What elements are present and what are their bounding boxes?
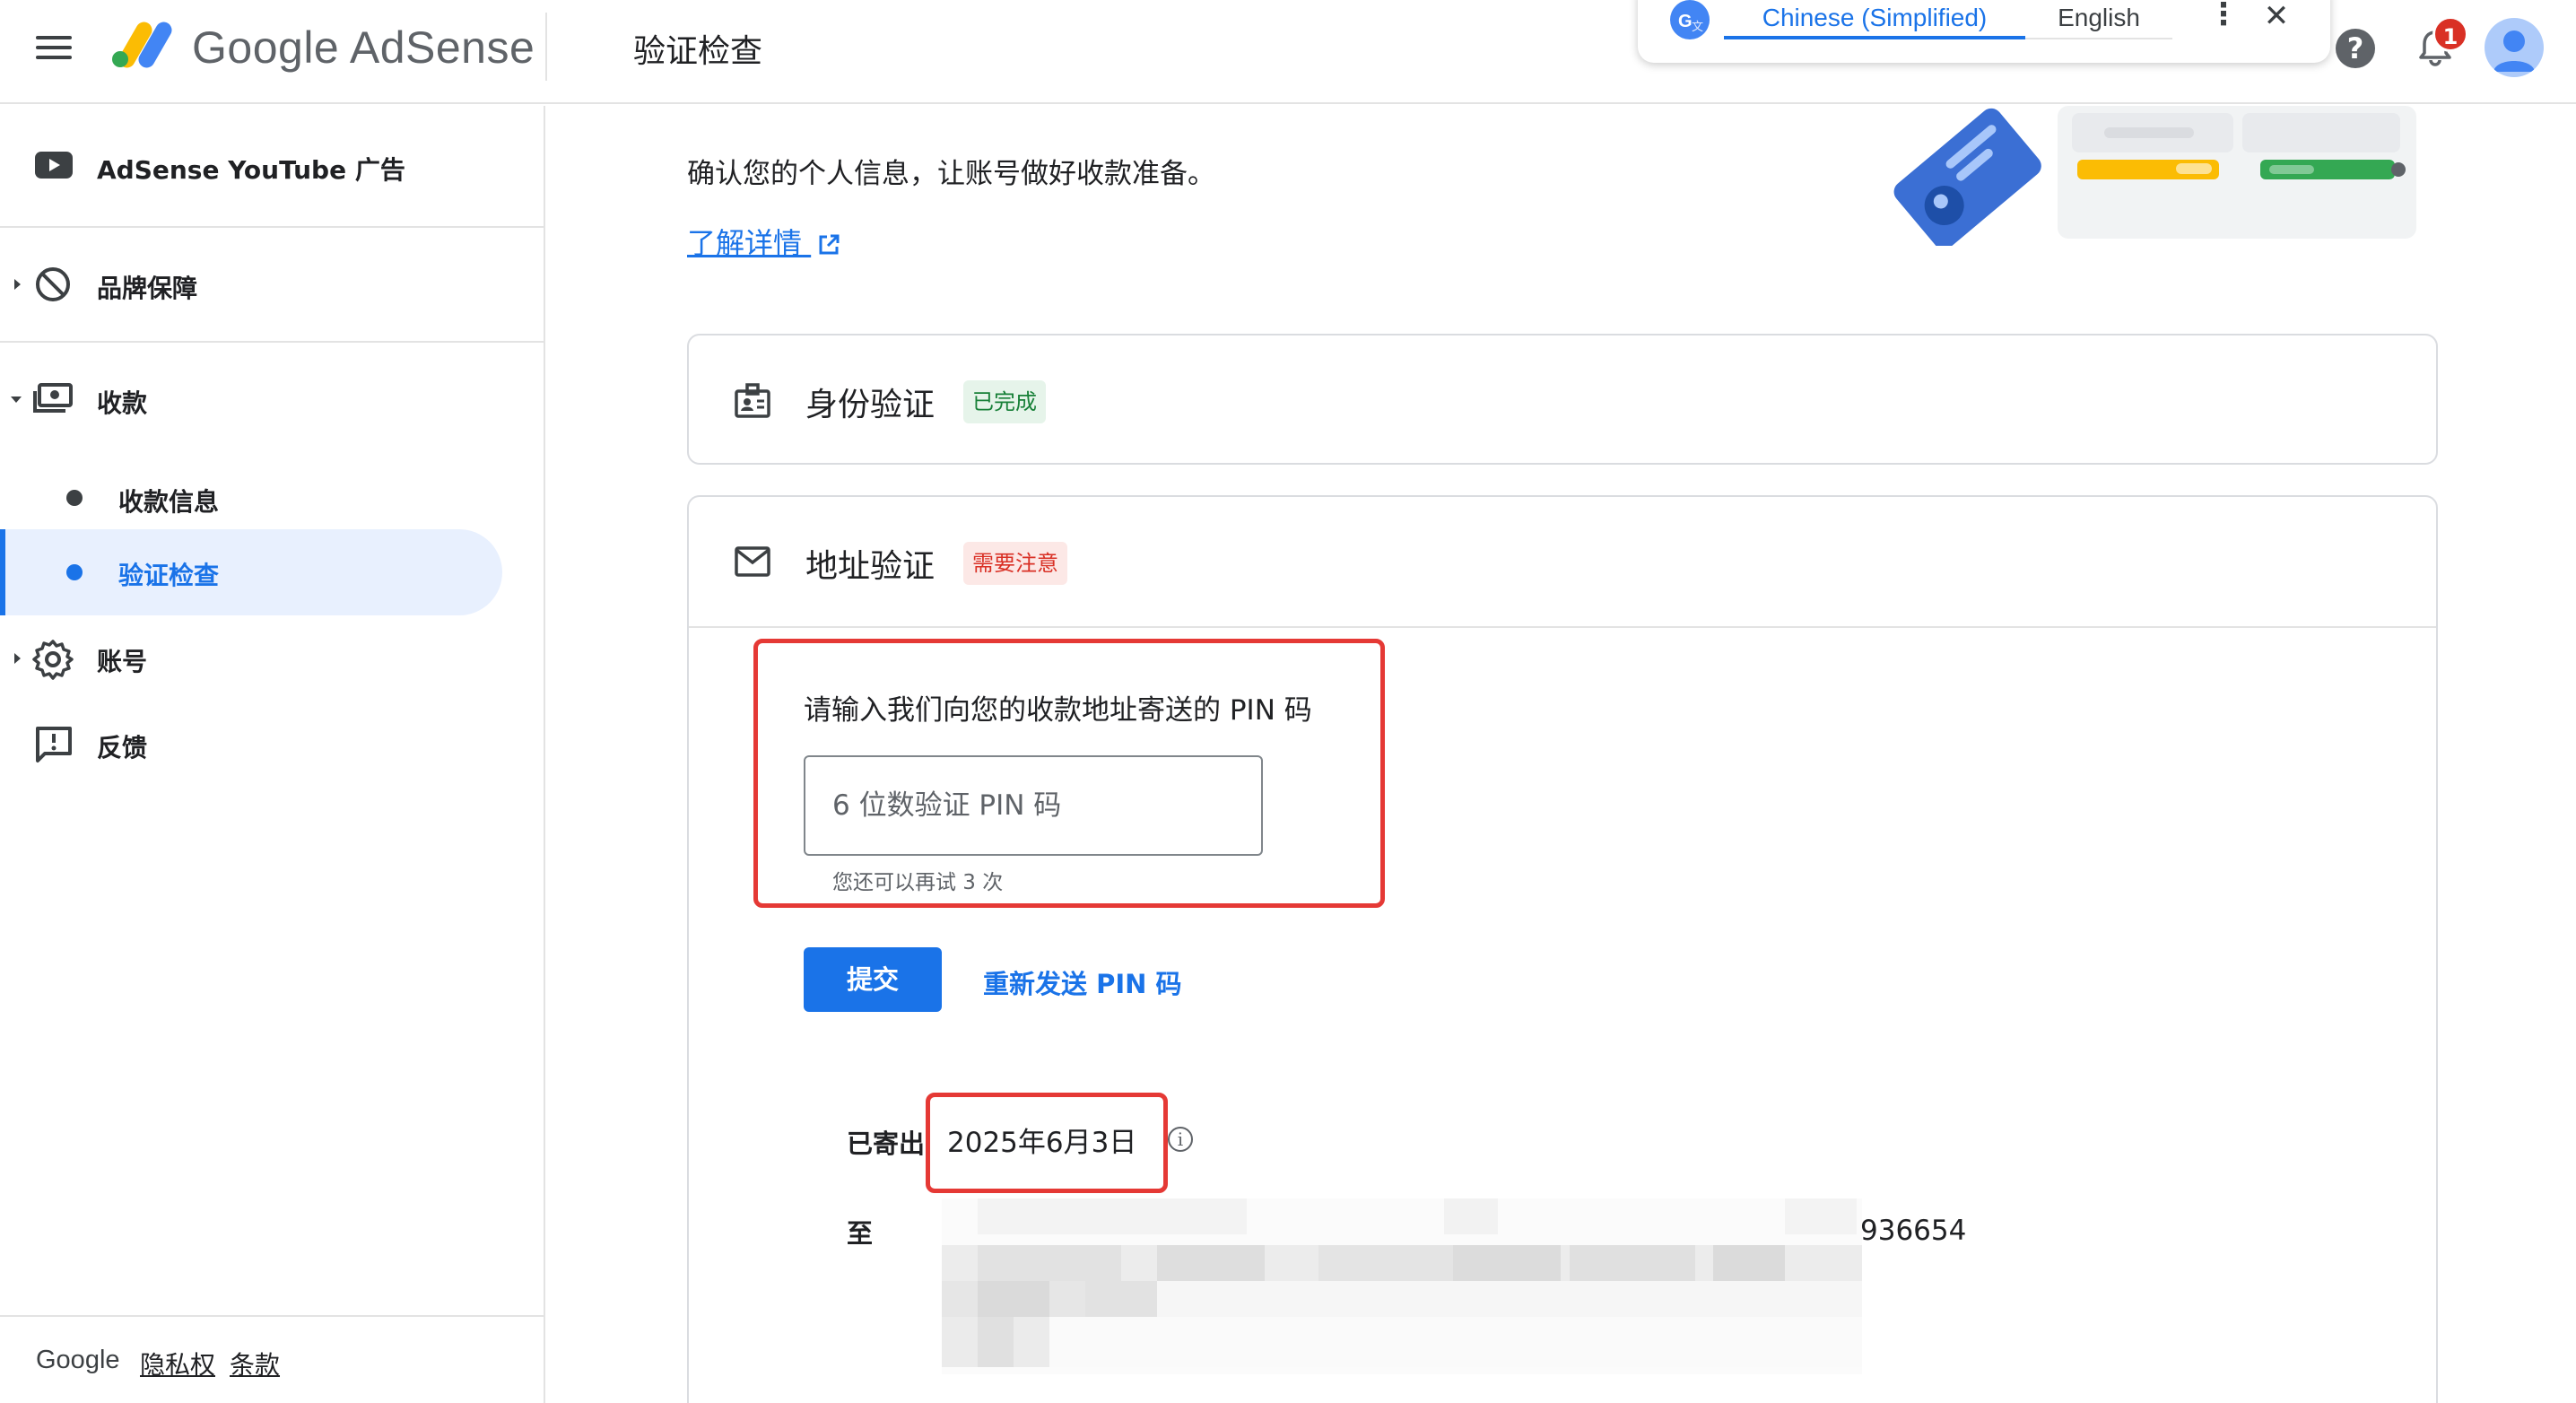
collapse-caret-icon [11,396,22,403]
privacy-link[interactable]: 隐私权 [140,1346,215,1381]
payments-icon [33,383,73,413]
terms-link[interactable]: 条款 [230,1346,280,1381]
sidebar-item-feedback[interactable]: 反馈 [0,702,544,788]
pin-prompt-text: 请输入我们向您的收款地址寄送的 PIN 码 [804,694,1312,727]
intro-description: 确认您的个人信息，让账号做好收款准备。 [687,158,1215,190]
feedback-icon [36,727,72,762]
bullet-icon [66,490,83,506]
status-badge-attention: 需要注意 [963,542,1067,585]
sidebar-item-payments-info[interactable]: 收款信息 [0,459,544,536]
verification-illustration [1893,106,2416,246]
sidebar-item-label: 账号 [97,647,148,676]
bullet-icon [66,564,83,580]
to-label: 至 [847,1218,874,1249]
adsense-logo-icon [112,22,172,68]
settings-gear-icon [32,640,74,680]
block-icon [36,267,70,301]
active-indicator [0,529,5,615]
identity-verification-card: 身份验证 已完成 [687,334,2438,465]
learn-more-link[interactable]: 了解详情 [687,221,841,262]
card-divider [689,626,2436,628]
info-icon[interactable]: i [1168,1127,1193,1152]
close-icon[interactable]: ✕ [2260,0,2293,36]
account-avatar[interactable] [2485,18,2544,77]
sidebar-item-label: 品牌保障 [97,274,198,303]
open-in-new-icon [819,234,840,255]
sidebar-divider [0,341,544,343]
sidebar-item-youtube-ads[interactable]: AdSense YouTube 广告 [0,122,544,208]
help-icon[interactable]: ? [2336,29,2375,68]
mail-icon [735,546,770,577]
sidebar-item-label: 验证检查 [118,561,220,590]
address-title: 地址验证 [805,548,936,585]
translate-tab-chinese[interactable]: Chinese (Simplified) [1724,0,2025,39]
expand-caret-icon [14,279,21,290]
more-options-icon[interactable]: ⋮ [2208,0,2239,36]
header-divider [545,13,547,81]
svg-text:文: 文 [1692,21,1703,34]
brand-name: Google AdSense [192,22,535,73]
sidebar-item-label: 收款 [97,388,148,418]
google-translate-icon[interactable]: G 文 [1670,0,1710,39]
translate-popup: G 文 Chinese (Simplified) English ⋮ ✕ [1638,0,2330,63]
expand-caret-icon [14,653,21,664]
learn-more-label: 了解详情 [687,226,803,260]
sent-date: 2025年6月3日 [947,1127,1137,1159]
sidebar-item-account[interactable]: 账号 [0,615,544,702]
sidebar-footer-divider [0,1315,544,1317]
submit-button[interactable]: 提交 [804,947,942,1012]
youtube-icon [35,152,73,179]
sidebar-item-label: 反馈 [97,733,148,762]
identity-title: 身份验证 [805,387,936,423]
sidebar-item-label: 收款信息 [118,487,220,517]
svg-text:G: G [1678,12,1693,31]
address-postal-code: 936654 [1860,1215,1967,1247]
sidebar-divider [0,226,544,228]
pin-input[interactable] [804,755,1263,856]
translate-tab-english[interactable]: English [2025,0,2172,39]
sidebar-item-label: AdSense YouTube 广告 [97,155,405,185]
user-avatar-icon [2493,30,2535,72]
hamburger-menu-icon[interactable] [36,32,75,63]
notification-count-badge: 1 [2432,16,2468,52]
id-badge-icon [735,383,770,418]
sidebar-item-verification[interactable]: 验证检查 [0,529,502,615]
page-title: 验证检查 [633,33,763,70]
redacted-address-block [942,1198,1862,1374]
status-badge-complete: 已完成 [963,380,1046,423]
footer-google-text: Google [36,1346,120,1374]
resend-pin-link[interactable]: 重新发送 PIN 码 [983,963,1182,1001]
retry-helper-text: 您还可以再试 3 次 [832,871,1004,894]
sidebar-item-brand-safety[interactable]: 品牌保障 [0,240,544,327]
sent-label: 已寄出 [847,1128,926,1159]
sidebar-item-payments[interactable]: 收款 [0,355,544,441]
